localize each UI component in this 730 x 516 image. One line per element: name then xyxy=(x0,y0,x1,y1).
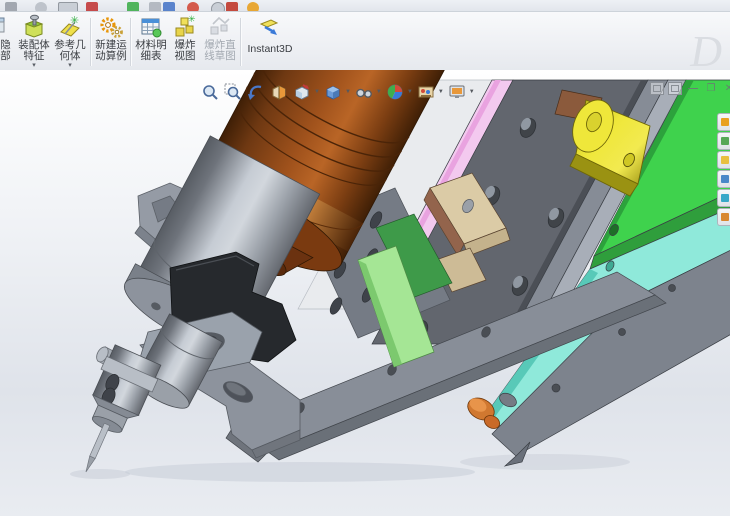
restore-button[interactable]: ❐ xyxy=(704,82,718,95)
display-style-button[interactable] xyxy=(323,82,343,102)
tab-appearances-scenes[interactable] xyxy=(717,189,730,207)
ribbon-button-explode-line-sketch[interactable]: 爆炸直线草图 xyxy=(202,14,238,68)
hide-show-items-button[interactable] xyxy=(354,82,374,102)
explode-line-sketch-icon xyxy=(207,14,233,40)
model-shadow xyxy=(70,454,630,482)
view-settings-button[interactable] xyxy=(447,82,467,102)
ribbon-button-bill-of-materials[interactable]: 材料明细表 xyxy=(133,14,169,68)
previous-view-button[interactable] xyxy=(246,82,266,102)
face-hole xyxy=(551,383,561,393)
background-watermark: D xyxy=(690,27,722,71)
clipped-icon[interactable] xyxy=(86,2,98,11)
ribbon-button-label: 显示隐藏零部件 xyxy=(0,39,11,71)
reference-geometry-icon: ✳ xyxy=(57,14,83,40)
exploded-view-icon: ✳ xyxy=(172,14,198,40)
face-hole xyxy=(618,328,626,336)
books-icon xyxy=(720,137,729,145)
heads-up-view-toolbar: ▼ ▼ ▼ ▼ ▼ ▼ xyxy=(200,82,478,102)
minimize-button[interactable]: — xyxy=(686,82,700,95)
dropdown-arrow-icon[interactable]: ▼ xyxy=(438,89,444,95)
bill-of-materials-icon xyxy=(138,14,164,40)
ribbon-button-assembly-features[interactable]: 装配体特征 ▾ xyxy=(16,14,52,69)
dropdown-arrow-icon[interactable]: ▼ xyxy=(345,89,351,95)
dropdown-arrow-icon[interactable]: ▼ xyxy=(314,89,320,95)
zoom-to-fit-button[interactable] xyxy=(200,82,220,102)
ribbon-button-instant3d[interactable]: Instant3D xyxy=(244,14,296,70)
ribbon-button-reference-geometry[interactable]: ✳ 参考几何体 ▾ xyxy=(52,14,88,69)
edit-appearance-button[interactable] xyxy=(385,82,405,102)
clipped-icon[interactable] xyxy=(247,2,259,11)
pane-split-icon[interactable] xyxy=(650,82,664,95)
view-orientation-button[interactable] xyxy=(292,82,312,102)
instant3d-icon xyxy=(257,18,283,44)
ribbon-button-label: 新建运动算例 xyxy=(95,39,127,62)
ribbon-button-label: 爆炸直线草图 xyxy=(204,39,236,62)
globe-icon xyxy=(720,194,729,202)
svg-text:✳: ✳ xyxy=(188,14,196,24)
clipped-icon[interactable] xyxy=(187,2,199,11)
ribbon-separator xyxy=(130,18,131,66)
quick-access-toolbar-clipped xyxy=(0,0,730,12)
tab-view-palette[interactable] xyxy=(717,170,730,188)
clipped-icon[interactable] xyxy=(163,2,175,11)
face-hole xyxy=(668,284,676,292)
task-pane-tabs xyxy=(717,113,730,227)
command-manager-ribbon: D 显示隐藏零部件 装配体特征 ▾ ✳ 参考几何体 xyxy=(0,12,730,71)
assembly-3d-model[interactable] xyxy=(0,70,730,516)
ribbon-button-new-motion-study[interactable]: 新建运动算例 xyxy=(93,14,129,68)
svg-text:✳: ✳ xyxy=(70,15,79,27)
clipped-icon[interactable] xyxy=(211,2,225,11)
clipped-icon[interactable] xyxy=(149,2,161,11)
dropdown-arrow-icon[interactable]: ▾ xyxy=(68,62,72,69)
tab-design-library[interactable] xyxy=(717,132,730,150)
apply-scene-button[interactable] xyxy=(416,82,436,102)
folder-icon xyxy=(720,156,729,164)
document-window-controls: — ❐ ✕ xyxy=(650,82,730,95)
ribbon-button-label: 爆炸视图 xyxy=(174,39,196,62)
ribbon-separator xyxy=(90,18,91,66)
home-icon xyxy=(720,118,729,126)
tab-custom-properties[interactable] xyxy=(717,208,730,226)
properties-icon xyxy=(720,213,729,221)
ribbon-button-label: 材料明细表 xyxy=(135,39,167,62)
dropdown-arrow-icon[interactable]: ▼ xyxy=(407,89,413,95)
palette-icon xyxy=(720,175,729,183)
pane-split-icon[interactable] xyxy=(668,82,682,95)
ribbon-button-label: 参考几何体 xyxy=(54,39,86,62)
clipped-icon[interactable] xyxy=(58,2,78,11)
section-view-button[interactable] xyxy=(269,82,289,102)
tab-file-explorer[interactable] xyxy=(717,151,730,169)
clipped-icon[interactable] xyxy=(35,2,47,11)
dropdown-arrow-icon[interactable]: ▼ xyxy=(376,89,382,95)
graphics-viewport[interactable]: ▼ ▼ ▼ ▼ ▼ ▼ — ❐ ✕ xyxy=(0,70,730,516)
close-button[interactable]: ✕ xyxy=(722,82,730,95)
nozzle-assembly[interactable] xyxy=(60,344,163,484)
ribbon-button-label: Instant3D xyxy=(247,43,293,55)
nozzle-body[interactable] xyxy=(60,344,163,484)
clipped-icon[interactable] xyxy=(226,2,238,11)
zoom-to-area-button[interactable] xyxy=(223,82,243,102)
ribbon-button-label: 装配体特征 xyxy=(18,39,50,62)
clipped-icon[interactable] xyxy=(127,2,139,11)
clipped-icon[interactable] xyxy=(5,2,17,11)
ribbon-button-exploded-view[interactable]: ✳ 爆炸视图 xyxy=(170,14,200,68)
ribbon-button-show-hidden-components[interactable]: 显示隐藏零部件 xyxy=(0,14,12,71)
assembly-features-icon xyxy=(21,14,47,40)
ribbon-separator xyxy=(240,18,241,66)
dropdown-arrow-icon[interactable]: ▼ xyxy=(469,89,475,95)
new-motion-study-icon xyxy=(98,14,124,40)
dropdown-arrow-icon[interactable]: ▾ xyxy=(32,62,36,69)
tab-solidworks-resources[interactable] xyxy=(717,113,730,131)
show-hidden-components-icon xyxy=(0,14,8,40)
